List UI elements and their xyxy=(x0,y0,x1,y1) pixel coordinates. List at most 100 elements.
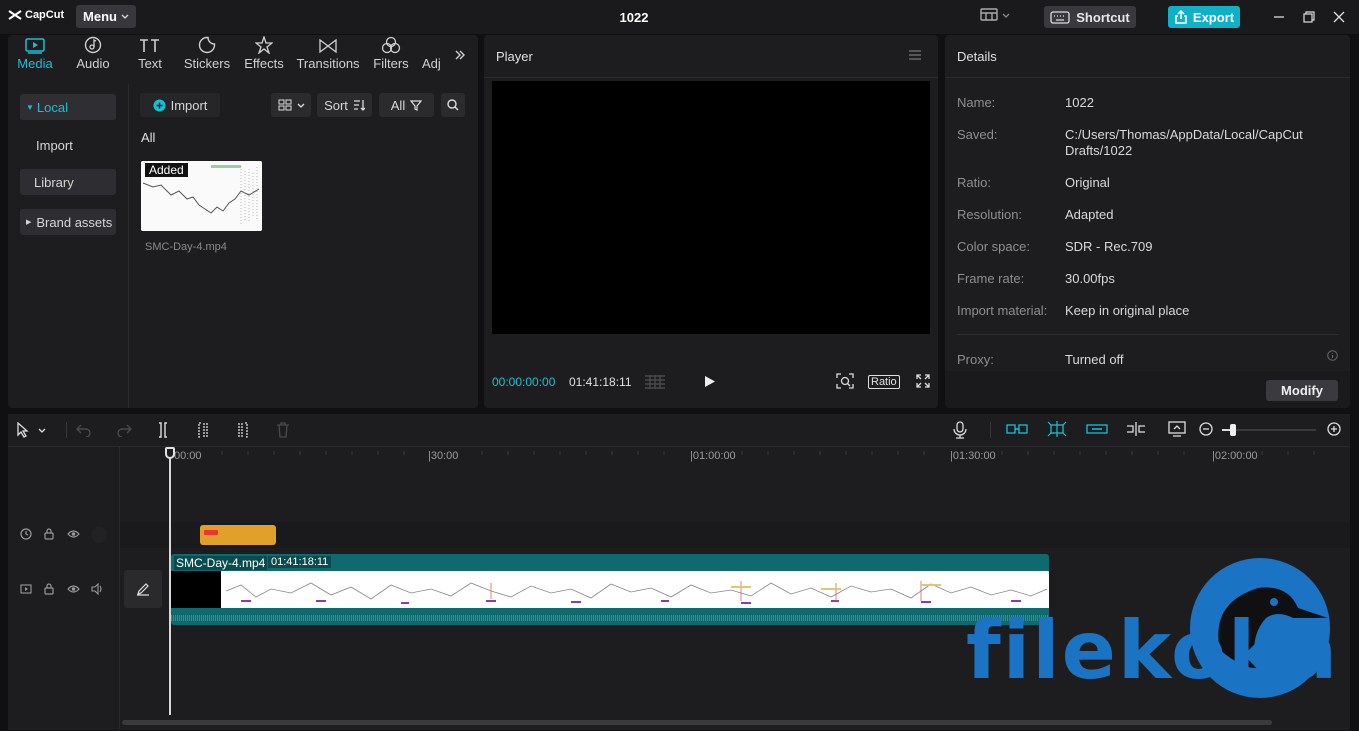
track-lock-button[interactable] xyxy=(44,583,54,595)
player-panel: Player 00:00:00:00 01:41:18:11 Ratio xyxy=(484,35,938,408)
split-button[interactable] xyxy=(156,422,170,438)
trash-icon xyxy=(277,422,289,438)
modify-button[interactable]: Modify xyxy=(1266,380,1338,401)
zoom-out-icon xyxy=(1199,422,1213,436)
zoom-in-button[interactable] xyxy=(1327,422,1341,436)
horizontal-scrollbar[interactable] xyxy=(122,720,1272,725)
divider xyxy=(484,77,938,78)
video-viewer[interactable] xyxy=(492,81,930,334)
track-mute-button[interactable] xyxy=(91,583,104,595)
cover-edit-button[interactable] xyxy=(124,570,162,608)
detail-value: C:/Users/Thomas/AppData/Local/CapCut Dra… xyxy=(1065,127,1303,158)
playhead[interactable] xyxy=(169,447,171,715)
menu-button[interactable]: Menu xyxy=(76,5,136,28)
filter-label: All xyxy=(390,97,406,113)
keyboard-icon xyxy=(1050,10,1070,24)
track-lock-button[interactable] xyxy=(44,528,54,540)
undo-button[interactable] xyxy=(76,423,92,437)
capcut-logo: CapCut xyxy=(8,9,64,21)
playhead-handle[interactable] xyxy=(165,447,175,459)
clip-duration: 01:41:18:11 xyxy=(268,556,332,568)
auto-snap-button[interactable] xyxy=(1046,420,1068,438)
chevron-down-icon xyxy=(38,428,46,433)
record-audio-button[interactable] xyxy=(953,421,967,439)
export-button[interactable]: Export xyxy=(1168,6,1240,28)
minimize-button[interactable] xyxy=(1270,8,1288,26)
import-button[interactable]: Import xyxy=(140,93,220,117)
main-track-magnet-button[interactable] xyxy=(1006,422,1028,436)
ruler-label: |30:00 xyxy=(428,450,459,462)
delete-right-button[interactable] xyxy=(236,422,250,438)
clip-name: SMC-Day-4.mp4 xyxy=(174,556,268,570)
tab-media[interactable]: Media xyxy=(16,35,54,77)
track-visibility-button[interactable] xyxy=(67,529,80,539)
track-timer-icon-button[interactable] xyxy=(20,528,32,540)
tab-label: Adj xyxy=(422,56,441,71)
detail-value: 30.00fps xyxy=(1065,271,1115,286)
track-visibility-button[interactable] xyxy=(67,584,80,594)
ruler-label: 00:00 xyxy=(174,450,202,462)
tab-label: Filters xyxy=(373,56,409,71)
close-button[interactable] xyxy=(1330,8,1348,26)
frame-grid-button[interactable] xyxy=(644,374,666,390)
speaker-icon xyxy=(91,583,102,595)
timeline-preview-button[interactable] xyxy=(1168,421,1186,437)
tab-adjust[interactable]: Adj xyxy=(422,35,446,77)
sidebar-item-library[interactable]: Library xyxy=(20,169,116,195)
tab-effects[interactable]: Effects xyxy=(244,35,284,77)
divider xyxy=(945,77,1350,78)
timeline-panel: 00:00 |30:00 |01:00:00 |01:30:00 |02:00:… xyxy=(8,414,1350,730)
shortcut-button[interactable]: Shortcut xyxy=(1044,6,1136,28)
tab-stickers[interactable]: Stickers xyxy=(183,35,231,77)
delete-button[interactable] xyxy=(276,422,290,438)
player-menu-button[interactable] xyxy=(908,49,922,61)
ruler-label: |01:30:00 xyxy=(950,450,996,462)
sidebar-item-brand-assets[interactable]: ▶ Brand assets xyxy=(20,209,116,235)
effect-clip[interactable] xyxy=(200,525,276,545)
trim-right-icon xyxy=(238,422,248,438)
play-icon xyxy=(705,376,715,387)
zoom-slider-thumb[interactable] xyxy=(1230,424,1236,436)
sidebar-item-local[interactable]: ▼ Local xyxy=(20,94,116,120)
divider xyxy=(990,422,991,438)
preview-axis-button[interactable] xyxy=(1126,421,1146,437)
linkage-button[interactable] xyxy=(1086,422,1108,436)
tab-audio[interactable]: Audio xyxy=(74,35,112,77)
search-icon xyxy=(447,99,459,111)
detail-value: Original xyxy=(1065,175,1110,190)
tab-label: Transitions xyxy=(296,56,360,71)
media-thumbnail[interactable]: Added xyxy=(141,161,262,231)
shortcut-label: Shortcut xyxy=(1076,9,1130,25)
maximize-button[interactable] xyxy=(1300,8,1318,26)
filter-button[interactable]: All xyxy=(379,93,434,117)
tab-filters[interactable]: Filters xyxy=(371,35,411,77)
sort-button[interactable]: Sort xyxy=(317,93,372,117)
ratio-button[interactable]: Ratio xyxy=(868,375,900,389)
play-button[interactable] xyxy=(704,375,716,388)
more-tabs-button[interactable] xyxy=(454,49,466,61)
export-label: Export xyxy=(1192,9,1235,25)
proxy-info-button[interactable] xyxy=(1327,350,1338,361)
added-badge: Added xyxy=(145,163,188,177)
layout-icon xyxy=(980,8,998,21)
redo-button[interactable] xyxy=(116,423,132,437)
tab-transitions[interactable]: Transitions xyxy=(296,35,360,77)
detail-label: Resolution: xyxy=(957,207,1023,222)
tab-text[interactable]: Text xyxy=(136,35,164,77)
layout-button[interactable] xyxy=(980,8,1010,22)
search-button[interactable] xyxy=(441,93,465,117)
video-clip[interactable]: SMC-Day-4.mp4 01:41:18:11 xyxy=(171,554,1049,625)
tab-label: Audio xyxy=(76,56,110,71)
detail-label: Ratio: xyxy=(957,175,991,190)
clock-icon xyxy=(20,528,32,540)
detail-value: Adapted xyxy=(1065,207,1114,222)
select-tool-button[interactable] xyxy=(16,422,46,438)
zoom-out-button[interactable] xyxy=(1199,422,1213,436)
fullscreen-button[interactable] xyxy=(916,374,930,388)
delete-left-button[interactable] xyxy=(196,422,210,438)
sidebar-item-import[interactable]: Import xyxy=(20,132,116,158)
view-mode-button[interactable] xyxy=(271,93,311,117)
restore-icon xyxy=(1303,11,1315,23)
zoom-slider-track[interactable] xyxy=(1222,429,1316,431)
fit-view-button[interactable] xyxy=(836,373,854,389)
